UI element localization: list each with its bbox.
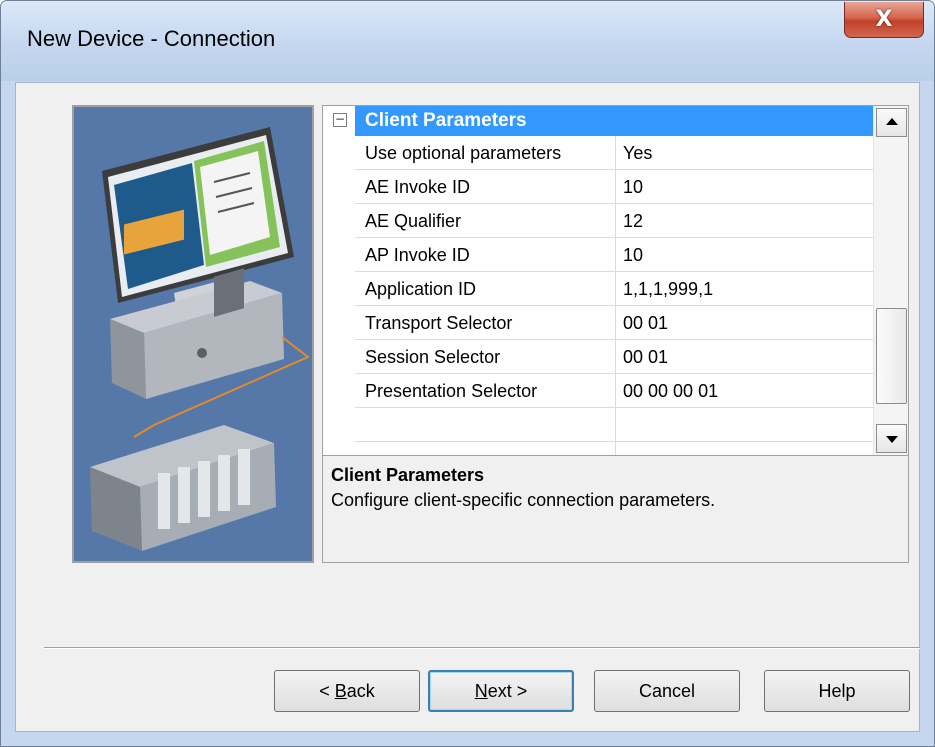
next-button[interactable]: Next > — [428, 670, 574, 712]
category-client-parameters[interactable]: − Client Parameters — [323, 106, 873, 136]
back-accelerator: B — [334, 680, 347, 701]
property-grid[interactable]: − Client Parameters Use optional paramet… — [322, 105, 909, 457]
property-value[interactable]: 10 — [623, 245, 643, 266]
property-row-use-optional-parameters[interactable]: Use optional parameters Yes — [355, 136, 873, 170]
description-title: Client Parameters — [331, 465, 485, 485]
scroll-thumb[interactable] — [876, 308, 907, 404]
property-name: Use optional parameters — [365, 143, 562, 163]
arrow-down-icon — [886, 436, 898, 443]
property-row-empty[interactable] — [355, 408, 873, 442]
dialog-window: New Device - Connection X − Client Param… — [0, 0, 935, 747]
property-value[interactable]: 00 00 00 01 — [623, 381, 718, 402]
property-name: AE Invoke ID — [365, 177, 471, 197]
property-name: Application ID — [365, 279, 477, 299]
property-row-transport-selector[interactable]: Transport Selector 00 01 — [355, 306, 873, 340]
property-name: AE Qualifier — [365, 211, 462, 231]
property-row-ap-invoke-id[interactable]: AP Invoke ID 10 — [355, 238, 873, 272]
cancel-button[interactable]: Cancel — [594, 670, 740, 712]
property-name: Transport Selector — [365, 313, 513, 333]
vertical-scrollbar[interactable] — [873, 106, 908, 456]
computer-plc-icon — [90, 127, 310, 551]
next-rest: ext > — [487, 680, 528, 701]
property-row-application-id[interactable]: Application ID 1,1,1,999,1 — [355, 272, 873, 306]
scroll-up-button[interactable] — [876, 108, 907, 137]
property-value[interactable]: Yes — [623, 143, 652, 164]
dialog-client-area: − Client Parameters Use optional paramet… — [15, 82, 920, 732]
back-prefix: < — [319, 680, 335, 701]
property-value[interactable]: 00 01 — [623, 347, 668, 368]
collapse-icon[interactable]: − — [333, 113, 347, 127]
computer-plc-illustration — [72, 105, 314, 563]
description-text: Configure client-specific connection par… — [331, 490, 716, 510]
back-rest: ack — [346, 680, 375, 701]
property-value[interactable]: 12 — [623, 211, 643, 232]
property-value[interactable]: 1,1,1,999,1 — [623, 279, 713, 300]
property-value[interactable]: 10 — [623, 177, 643, 198]
property-name: Session Selector — [365, 347, 501, 367]
property-name: Presentation Selector — [365, 381, 538, 401]
close-button[interactable]: X — [844, 2, 924, 38]
arrow-up-icon — [886, 118, 898, 125]
title-bar: New Device - Connection X — [1, 1, 934, 81]
property-row-session-selector[interactable]: Session Selector 00 01 — [355, 340, 873, 374]
category-label: Client Parameters — [365, 110, 527, 131]
next-accelerator: N — [474, 680, 488, 701]
close-icon: X — [875, 7, 893, 32]
help-button[interactable]: Help — [764, 670, 910, 712]
window-title: New Device - Connection — [27, 26, 276, 51]
property-row-presentation-selector[interactable]: Presentation Selector 00 00 00 01 — [355, 374, 873, 408]
description-panel: Client Parameters Configure client-speci… — [322, 455, 909, 563]
category-header[interactable]: Client Parameters — [355, 106, 873, 136]
property-row-ae-qualifier[interactable]: AE Qualifier 12 — [355, 204, 873, 238]
scroll-down-button[interactable] — [876, 424, 907, 453]
back-button[interactable]: < Back — [274, 670, 420, 712]
property-row-ae-invoke-id[interactable]: AE Invoke ID 10 — [355, 170, 873, 204]
property-name: AP Invoke ID — [365, 245, 470, 265]
property-value[interactable]: 00 01 — [623, 313, 668, 334]
separator-line — [44, 647, 920, 649]
